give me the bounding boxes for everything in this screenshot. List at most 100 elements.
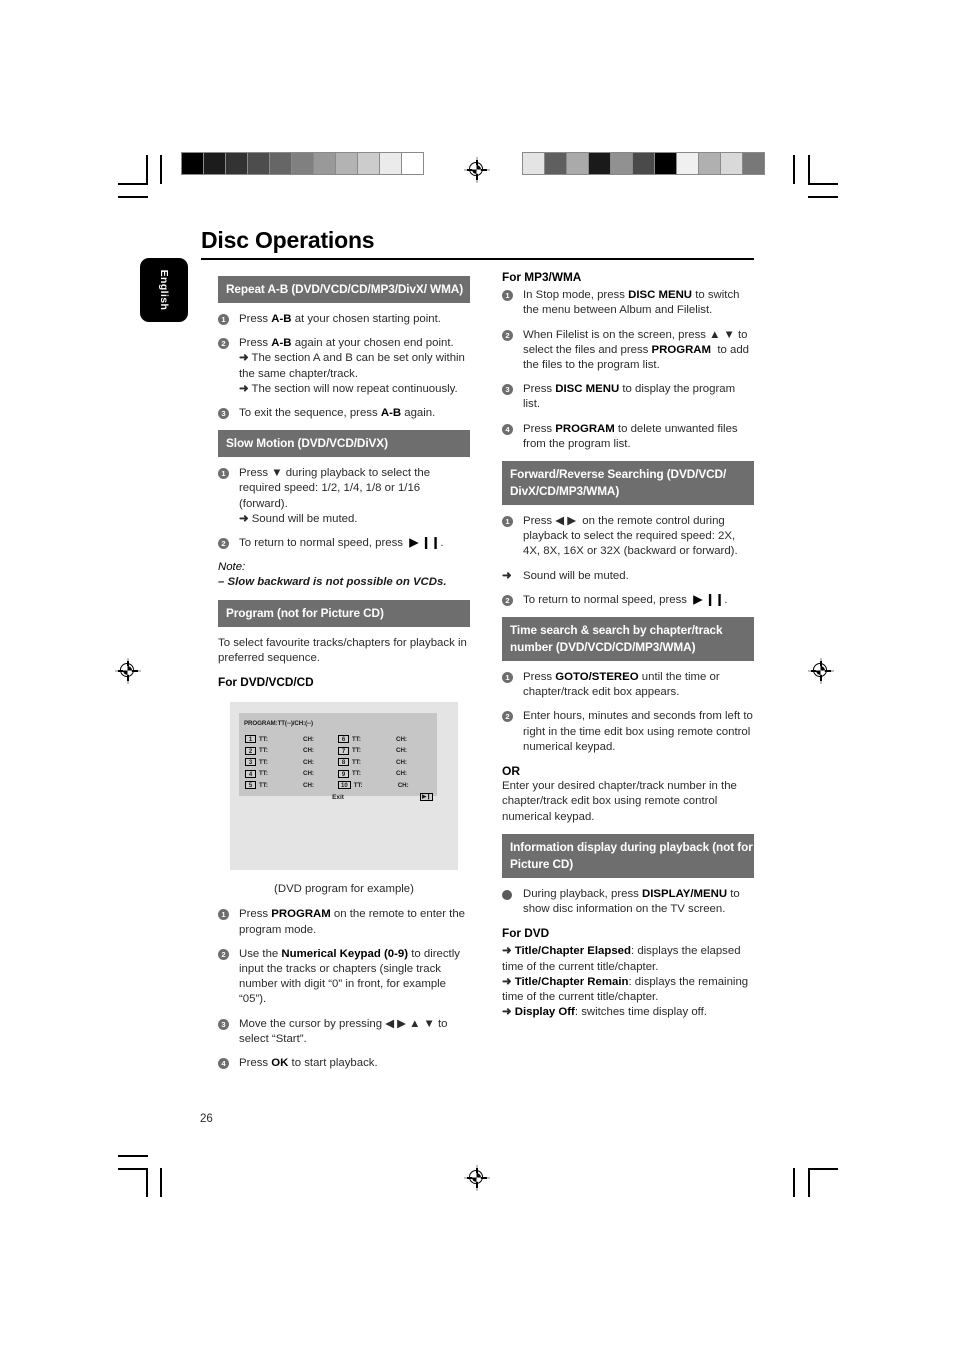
- step-text: Use the Numerical Keypad (0-9) to direct…: [239, 947, 460, 1006]
- info-display-bullet: During playback, press DISPLAY/MENU to s…: [502, 887, 754, 917]
- arrow-list-item: ➜ Title/Chapter Elapsed: displays the el…: [502, 945, 741, 973]
- step-text: Move the cursor by pressing ◀ ▶ ▲ ▼ to s…: [239, 1017, 448, 1045]
- step-number-badge: 1: [218, 314, 229, 325]
- step-number-badge: 3: [218, 1018, 229, 1030]
- language-tab: English: [140, 258, 188, 322]
- step-item: 2 Enter hours, minutes and seconds from l…: [502, 709, 754, 755]
- bullet-dot-icon: [502, 889, 512, 900]
- step-number-badge: 4: [218, 1058, 229, 1070]
- step-number-badge: 1: [218, 468, 229, 480]
- arrow-icon: ➜: [502, 975, 512, 988]
- osd-slot-number: 9: [338, 769, 349, 778]
- step-number-badge: 1: [502, 290, 513, 302]
- step-text: Enter hours, minutes and seconds from le…: [523, 710, 753, 753]
- step-item: 4 Press OK to start playback.: [218, 1056, 470, 1071]
- page-number: 26: [200, 1113, 213, 1125]
- osd-slot-number: 4: [245, 769, 256, 778]
- step-text: Press GOTO/STEREO until the time or chap…: [523, 671, 720, 699]
- step-text: When Filelist is on the screen, press ▲ …: [523, 328, 750, 372]
- subhead-for-dvd: For DVD: [502, 926, 550, 941]
- step-text: Press OK to start playback.: [239, 1057, 378, 1070]
- subhead-for-mp3-wma: For MP3/WMA: [502, 270, 582, 284]
- note-text: – Slow backward is not possible on VCDs.: [218, 576, 447, 589]
- step-number-badge: 2: [218, 338, 229, 350]
- step-number-badge: 2: [218, 538, 229, 550]
- step-text: Press PROGRAM on the remote to enter the…: [239, 908, 466, 936]
- step-item: 3 To exit the sequence, press A-B again.: [218, 406, 470, 421]
- step-item: 1 Press ◀ ▶ on the remote control during …: [502, 514, 754, 560]
- osd-slot-number: 1: [245, 735, 256, 744]
- section-heading-repeat-ab: Repeat A-B (DVD/VCD/CD/MP3/DivX/ WMA): [218, 276, 470, 303]
- step-item: 2 To return to normal speed, press ▶ ❙❙.: [502, 593, 754, 608]
- step-number-badge: 2: [218, 948, 229, 960]
- title-divider: [201, 258, 754, 260]
- language-tab-label: English: [158, 269, 170, 311]
- section-heading-program: Program (not for Picture CD): [218, 599, 470, 627]
- program-intro: To select favourite tracks/chapters for …: [218, 636, 467, 664]
- info-display-items: ➜ Title/Chapter Elapsed: displays the el…: [502, 944, 754, 1020]
- step-number-badge: 4: [502, 423, 513, 435]
- step-number-badge: 3: [218, 408, 229, 420]
- steps-mp3-wma: 1 In Stop mode, press DISC MENU to switch…: [502, 288, 754, 452]
- note-label: Note:: [218, 561, 246, 574]
- step-item: 3 Move the cursor by pressing ◀ ▶ ▲ ▼ to …: [218, 1017, 470, 1047]
- step-item: 2 Press A-B again at your chosen end poin…: [218, 336, 470, 397]
- step-text: To return to normal speed, press ▶ ❙❙.: [239, 537, 444, 550]
- step-number-badge: 1: [502, 516, 513, 528]
- osd-slot-number: 3: [245, 758, 256, 767]
- or-label: OR: [502, 764, 520, 779]
- section-heading-time-search: Time search & search by chapter/track nu…: [502, 617, 754, 662]
- osd-slot-number: 8: [338, 758, 349, 767]
- section-heading-information-display: Information display during playback (not…: [502, 833, 754, 878]
- arrow-icon: ➜: [502, 1006, 512, 1019]
- step-item: 1 In Stop mode, press DISC MENU to switch…: [502, 288, 754, 318]
- arrow-icon: ➜: [502, 945, 512, 958]
- osd-slot-number: 7: [338, 746, 349, 755]
- left-column: Repeat A-B (DVD/VCD/CD/MP3/DivX/ WMA) 1P…: [218, 276, 470, 1080]
- step-item: 2 When Filelist is on the screen, press ▲…: [502, 328, 754, 374]
- osd-slot-number: 5: [245, 781, 256, 790]
- osd-slot-number: 6: [338, 735, 349, 744]
- manual-page: English Disc Operations Repeat A-B (DVD/…: [0, 0, 954, 1351]
- step-item: 3 Press DISC MENU to display the program …: [502, 382, 754, 412]
- step-text: Press A-B at your chosen starting point.: [239, 313, 441, 325]
- arrow-list-item: ➜ Display Off: switches time display off…: [502, 1006, 707, 1019]
- step-text: Press DISC MENU to display the program l…: [523, 383, 736, 411]
- osd-program-panel: PROGRAM:TT(--)/CH:(--) 1 TT: CH: 6 TT: CH: 2 TT…: [239, 713, 437, 801]
- osd-screen: PROGRAM:TT(--)/CH:(--) 1 TT: CH: 6 TT: CH: 2 TT…: [230, 702, 458, 871]
- arrow-icon: ➜: [502, 569, 512, 582]
- step-number-badge: 1: [502, 672, 513, 684]
- step-text: Press PROGRAM to delete unwanted files f…: [523, 422, 738, 450]
- step-text: Press ▼ during playback to select the re…: [239, 467, 431, 525]
- step-item: 2 To return to normal speed, press ▶ ❙❙.: [218, 536, 470, 551]
- step-text: To exit the sequence, press A-B again.: [239, 407, 436, 420]
- step-item: 1 Press PROGRAM on the remote to enter th…: [218, 907, 470, 937]
- step-item: 4 Press PROGRAM to delete unwanted files …: [502, 422, 754, 452]
- osd-slot-number: 10: [338, 781, 351, 790]
- step-text: To return to normal speed, press ▶ ❙❙.: [523, 593, 728, 606]
- step-text: Press ◀ ▶ on the remote control during p…: [523, 515, 738, 558]
- program-osd-figure: PROGRAM:TT(--)/CH:(--) 1 TT: CH: 6 TT: CH: 2 TT…: [230, 702, 458, 897]
- steps-time-search: 1 Press GOTO/STEREO until the time or cha…: [502, 670, 754, 755]
- osd-exit-button[interactable]: Exit: [332, 790, 344, 805]
- osd-program-title: PROGRAM:TT(--)/CH:(--): [244, 720, 313, 728]
- step-number-badge: 3: [502, 384, 513, 396]
- step-number-badge: 2: [502, 329, 513, 341]
- step-number-badge: 1: [218, 909, 229, 921]
- step-number-badge: 2: [502, 711, 513, 723]
- osd-footer: Exit ▶❙: [239, 791, 437, 804]
- right-column: For MP3/WMA 1 In Stop mode, press DISC ME…: [502, 270, 754, 1021]
- skip-next-icon[interactable]: ▶❙: [420, 792, 433, 801]
- page-title: Disc Operations: [201, 227, 375, 253]
- step-arrow: ➜ Sound will be muted.: [502, 569, 754, 584]
- osd-slot-number: 2: [245, 746, 256, 755]
- step-number-badge: 2: [502, 594, 513, 606]
- or-text: Enter your desired chapter/track number …: [502, 780, 737, 823]
- program-subhead-dvd-vcd-cd: For DVD/VCD/CD: [218, 675, 314, 690]
- arrow-list-item: ➜ Title/Chapter Remain: displays the rem…: [502, 975, 749, 1004]
- section-heading-forward-reverse-searching: Forward/Reverse Searching (DVD/VCD/ DivX…: [502, 461, 754, 506]
- step-item: 1 Press ▼ during playback to select the r…: [218, 466, 470, 527]
- steps-search: 1 Press ◀ ▶ on the remote control during …: [502, 514, 754, 608]
- step-item: 1 Press GOTO/STEREO until the time or cha…: [502, 670, 754, 700]
- section-heading-slow-motion: Slow Motion (DVD/VCD/DiVX): [218, 430, 470, 458]
